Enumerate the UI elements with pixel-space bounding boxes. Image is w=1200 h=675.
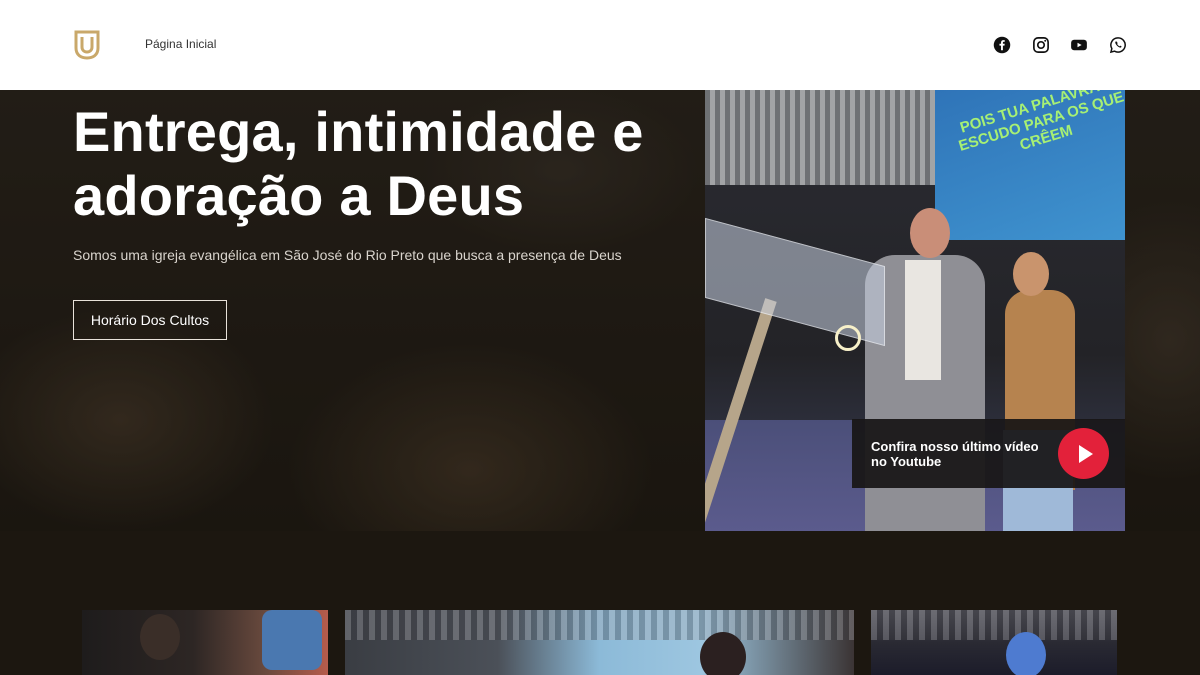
singer-head bbox=[1013, 252, 1049, 296]
gallery-roof bbox=[871, 610, 1117, 640]
hero-subtitle: Somos uma igreja evangélica em São José … bbox=[73, 247, 622, 263]
pastor-head bbox=[910, 208, 950, 258]
performer-head bbox=[1006, 632, 1046, 675]
guitar-shape bbox=[262, 610, 322, 670]
singer-head bbox=[700, 632, 746, 675]
whatsapp-icon[interactable] bbox=[1109, 36, 1127, 54]
service-times-button[interactable]: Horário Dos Cultos bbox=[73, 300, 227, 340]
hero-title: Entrega, intimidade e adoração a Deus bbox=[73, 100, 644, 227]
instagram-icon[interactable] bbox=[1032, 36, 1050, 54]
ring-light bbox=[835, 325, 861, 351]
youtube-video-text: Confira nosso último vídeo no Youtube bbox=[871, 439, 1039, 469]
musician-head bbox=[140, 614, 180, 660]
gallery-photo-musicians[interactable] bbox=[82, 610, 328, 675]
site-header: Página Inicial bbox=[0, 0, 1200, 90]
youtube-icon[interactable] bbox=[1070, 36, 1088, 54]
stage-roof bbox=[705, 90, 935, 185]
nav-link-home[interactable]: Página Inicial bbox=[145, 37, 216, 51]
play-button[interactable] bbox=[1058, 428, 1109, 479]
acrylic-podium bbox=[705, 217, 885, 347]
play-icon bbox=[1078, 444, 1093, 463]
gallery-roof bbox=[345, 610, 854, 640]
gallery-photo-singer[interactable] bbox=[345, 610, 854, 675]
church-logo[interactable] bbox=[74, 30, 100, 60]
youtube-video-card[interactable]: Confira nosso último vídeo no Youtube bbox=[852, 419, 1125, 488]
pastor-shirt bbox=[905, 260, 941, 380]
gallery-photo-band[interactable] bbox=[871, 610, 1117, 675]
facebook-icon[interactable] bbox=[993, 36, 1011, 54]
